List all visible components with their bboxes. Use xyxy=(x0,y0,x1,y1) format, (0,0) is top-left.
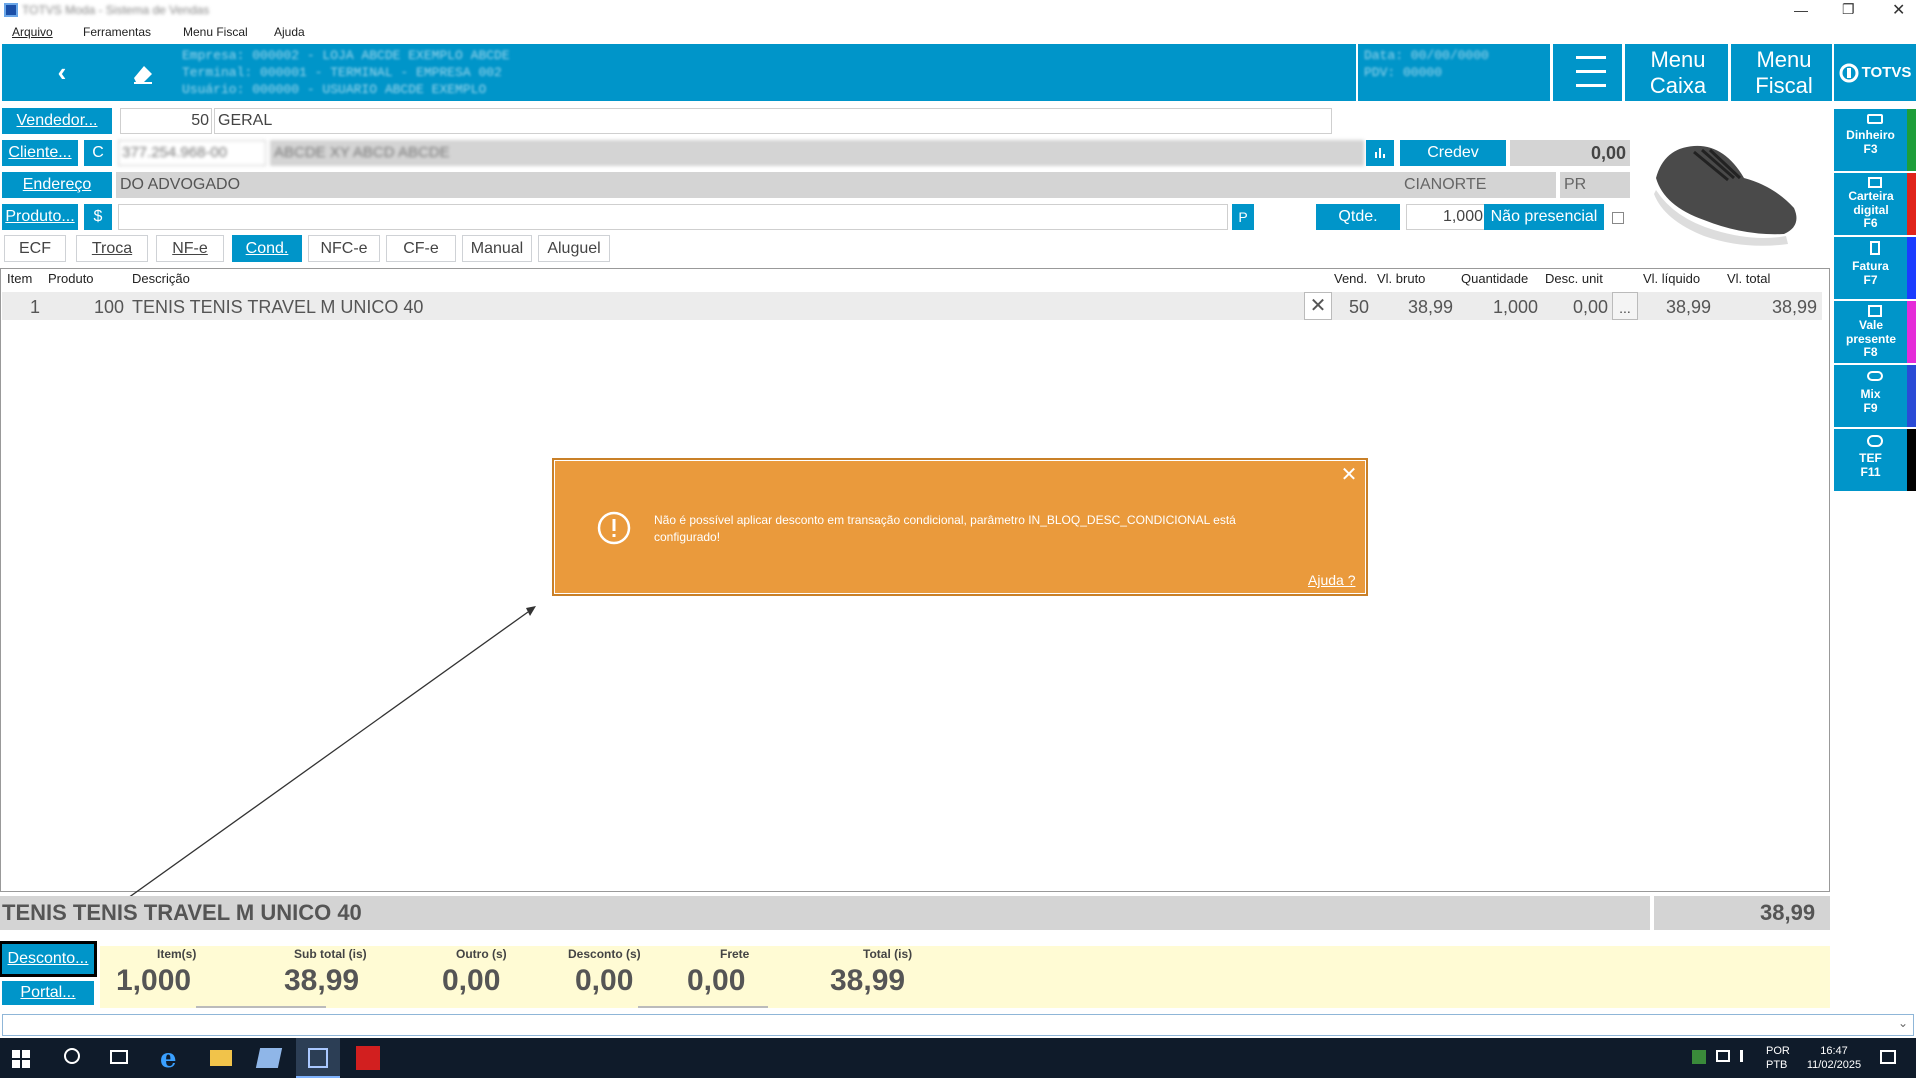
summary-product-name: TENIS TENIS TRAVEL M UNICO 40 xyxy=(2,900,362,925)
mix-icon xyxy=(1867,371,1883,381)
subtotal-label: Sub total (is) xyxy=(294,947,367,961)
sidebar-item-tef[interactable]: TEF F11 xyxy=(1834,429,1916,491)
app-task-icon[interactable] xyxy=(255,1048,283,1068)
tray-icons xyxy=(1692,1050,1764,1066)
sidebar-item-fatura[interactable]: Fatura F7 xyxy=(1834,237,1916,299)
sidebar-item-dinheiro[interactable]: Dinheiro F3 xyxy=(1834,109,1916,171)
search-icon[interactable] xyxy=(64,1048,80,1064)
sidebar-item-mix[interactable]: Mix F9 xyxy=(1834,365,1916,427)
subtotal-value: 38,99 xyxy=(284,964,360,997)
portal-button[interactable]: Portal... xyxy=(2,981,94,1005)
wallet-icon xyxy=(1868,177,1882,188)
taskbar: e POR PTB 16:47 11/02/2025 xyxy=(0,1038,1916,1078)
total-value: 38,99 xyxy=(830,964,906,997)
total-label: Total (is) xyxy=(863,947,913,961)
desconto-s-value: 0,00 xyxy=(575,964,634,997)
outro-value: 0,00 xyxy=(442,964,501,997)
money-icon xyxy=(1867,114,1883,124)
desconto-button[interactable]: Desconto... xyxy=(0,941,97,977)
clock[interactable]: 16:47 11/02/2025 xyxy=(1804,1044,1864,1072)
ie-icon[interactable]: e xyxy=(160,1044,177,1074)
invoice-icon xyxy=(1870,241,1880,255)
status-bar xyxy=(2,1014,1914,1036)
start-button[interactable] xyxy=(12,1050,30,1068)
red-app-icon[interactable] xyxy=(356,1046,380,1070)
itens-value: 1,000 xyxy=(116,964,192,997)
totvs-task-icon[interactable] xyxy=(296,1038,340,1078)
gift-icon xyxy=(1868,305,1882,317)
frete-label: Frete xyxy=(720,947,750,961)
itens-label: Item(s) xyxy=(157,947,197,961)
summary-product-value: 38,99 xyxy=(1760,900,1816,925)
task-view-icon[interactable] xyxy=(110,1050,128,1064)
frete-value: 0,00 xyxy=(687,964,746,997)
notification-icon[interactable] xyxy=(1880,1050,1896,1064)
chat-icon xyxy=(1867,435,1883,447)
desconto-s-label: Desconto (s) xyxy=(568,947,641,961)
outro-label: Outro (s) xyxy=(456,947,507,961)
language-indicator[interactable]: POR PTB xyxy=(1766,1044,1790,1072)
sidebar-item-carteira[interactable]: Carteira digital F6 xyxy=(1834,173,1916,235)
explorer-icon[interactable] xyxy=(210,1050,232,1066)
sidebar-item-vale-presente[interactable]: Vale presente F8 xyxy=(1834,301,1916,363)
status-dropdown-icon[interactable]: ⌄ xyxy=(1898,1016,1908,1030)
